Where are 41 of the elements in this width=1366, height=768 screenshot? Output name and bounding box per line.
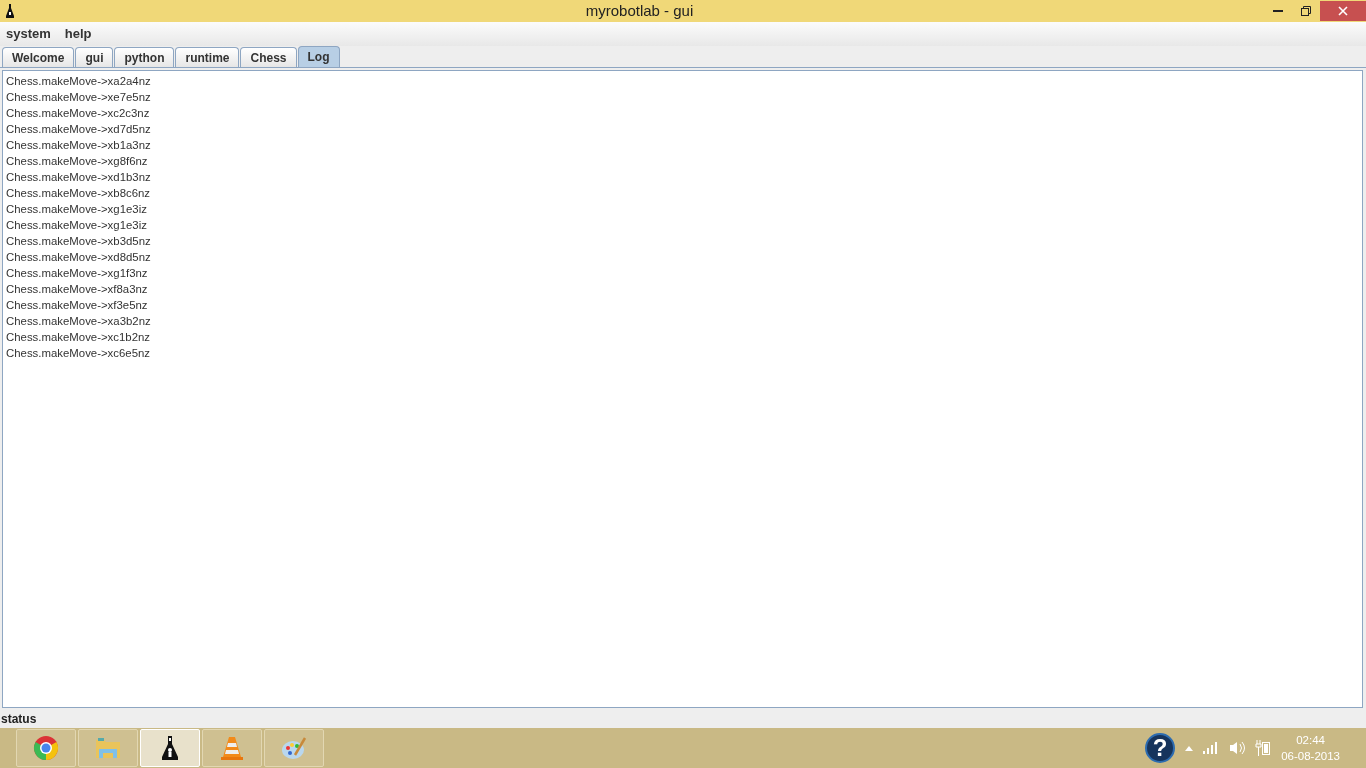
tab[interactable]: Log [297,46,340,67]
tab[interactable]: python [114,47,175,67]
minimize-icon [1273,9,1283,13]
log-line: Chess.makeMove->xc1b2nz [6,330,152,345]
browser-icon [33,735,59,761]
speaker-icon[interactable] [1229,741,1246,755]
log-line: Chess.makeMove->xa3b2nz [6,314,152,329]
menu-item[interactable]: help [64,24,92,44]
help-icon[interactable]: ? [1145,733,1176,763]
close-icon [1338,6,1348,16]
log-line: Chess.makeMove->xg1f3nz [6,266,149,281]
signal-icon[interactable] [1203,742,1220,754]
log-line: Chess.makeMove->xa2a4nz [6,74,152,89]
tab[interactable]: gui [75,47,114,67]
log-line: Chess.makeMove->xb1a3nz [6,138,152,153]
restore-icon [1301,6,1311,16]
log-line: Chess.makeMove->xd8d5nz [6,250,152,265]
battery-icon[interactable] [1255,740,1272,756]
log-line: Chess.makeMove->xc2c3nz [6,106,151,121]
palette-icon [281,735,307,761]
tab[interactable]: Chess [240,47,297,67]
log-line: Chess.makeMove->xd1b3nz [6,170,152,185]
log-line: Chess.makeMove->xf3e5nz [6,298,149,313]
log-line: Chess.makeMove->xb3d5nz [6,234,152,249]
log-line: Chess.makeMove->xg1e3iz [6,218,148,233]
log-line: Chess.makeMove->xd7d5nz [6,122,152,137]
folder-icon [95,735,121,761]
status-text: status [0,711,38,728]
log-line: Chess.makeMove->xb8c6nz [6,186,152,201]
log-line: Chess.makeMove->xg8f6nz [6,154,149,169]
log-line: Chess.makeMove->xe7e5nz [6,90,152,105]
traffic-cone-icon [219,735,245,761]
log-line: Chess.makeMove->xc6e5nz [6,346,152,361]
log-line: Chess.makeMove->xf8a3nz [6,282,149,297]
flask-icon [5,4,15,18]
tab[interactable]: Welcome [2,47,75,67]
tab[interactable]: runtime [175,47,240,67]
show-hidden-icon[interactable] [1185,745,1194,751]
menu-item[interactable]: system [6,24,51,44]
log-line: Chess.makeMove->xg1e3iz [6,202,148,217]
window-title: myrobotlab - gui [584,0,695,21]
